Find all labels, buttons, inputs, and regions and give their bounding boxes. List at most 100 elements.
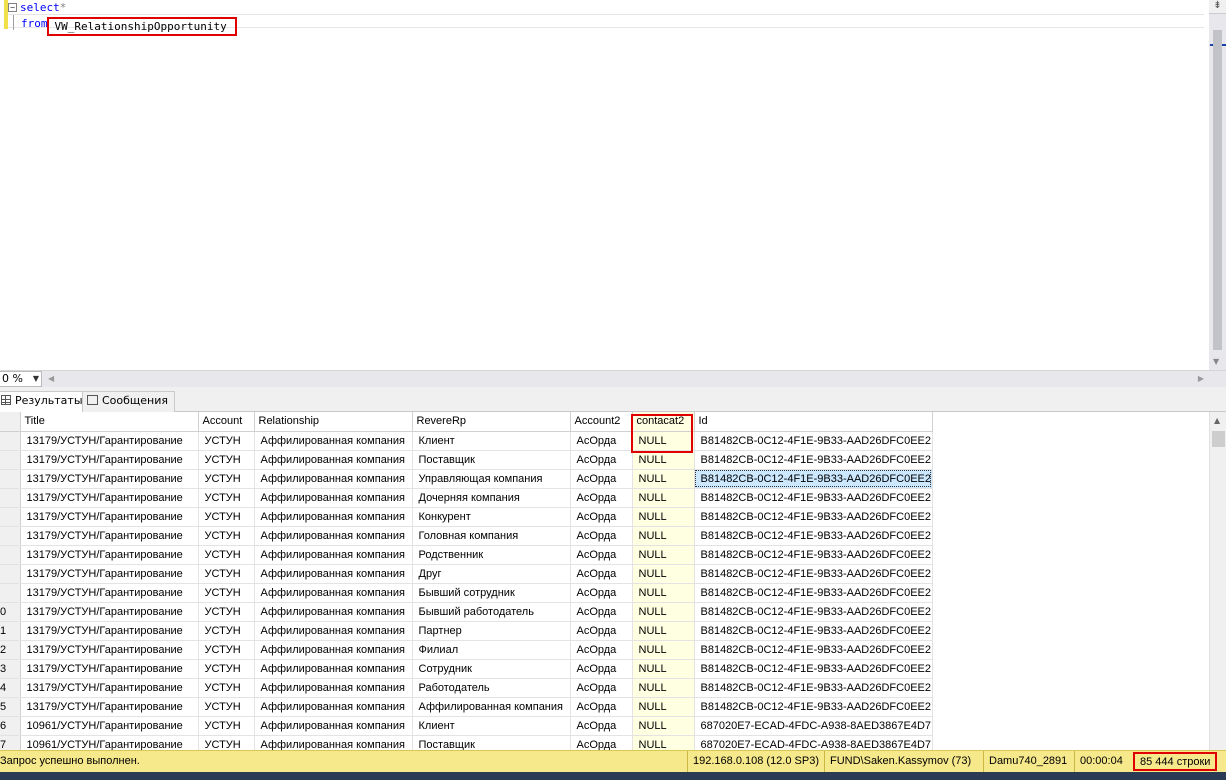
cell-reverse[interactable]: Бывший сотрудник (412, 583, 571, 603)
cell-id[interactable]: 687020E7-ECAD-4FDC-A938-8AED3867E4D7 (694, 735, 933, 750)
cell-contact[interactable]: NULL (632, 640, 695, 660)
query-editor[interactable]: − select* from VW_RelationshipOpportunity … (0, 0, 1226, 370)
row-number[interactable] (0, 583, 21, 603)
cell-id[interactable]: B81482CB-0C12-4F1E-9B33-AAD26DFC0EE2 (694, 431, 933, 451)
cell-account2[interactable]: АсОрда (570, 469, 633, 489)
cell-relationship[interactable]: Аффилированная компания (254, 526, 413, 546)
row-number[interactable] (0, 488, 21, 508)
column-header-reverse[interactable]: RevereRp (412, 412, 571, 432)
cell-id[interactable]: B81482CB-0C12-4F1E-9B33-AAD26DFC0EE2 (694, 469, 933, 489)
cell-account2[interactable]: АсОрда (570, 640, 633, 660)
cell-account[interactable]: УСТУН (198, 450, 255, 470)
cell-account[interactable]: УСТУН (198, 526, 255, 546)
table-row[interactable]: 13179/УСТУН/Гарантирование УСТУН Аффилиров… (0, 488, 933, 508)
cell-reverse[interactable]: Партнер (412, 621, 571, 641)
cell-account[interactable]: УСТУН (198, 545, 255, 565)
cell-relationship[interactable]: Аффилированная компания (254, 507, 413, 527)
cell-account2[interactable]: АсОрда (570, 431, 633, 451)
cell-contact[interactable]: NULL (632, 621, 695, 641)
cell-id[interactable]: B81482CB-0C12-4F1E-9B33-AAD26DFC0EE2 (694, 488, 933, 508)
row-number[interactable] (0, 545, 21, 565)
cell-account2[interactable]: АсОрда (570, 716, 633, 736)
cell-title[interactable]: 10961/УСТУН/Гарантирование (20, 716, 199, 736)
row-number[interactable] (0, 450, 21, 470)
editor-scroll-thumb[interactable] (1213, 30, 1222, 350)
cell-id[interactable]: B81482CB-0C12-4F1E-9B33-AAD26DFC0EE2 (694, 507, 933, 527)
cell-id[interactable]: B81482CB-0C12-4F1E-9B33-AAD26DFC0EE2 (694, 450, 933, 470)
cell-relationship[interactable]: Аффилированная компания (254, 716, 413, 736)
cell-account2[interactable]: АсОрда (570, 564, 633, 584)
cell-contact[interactable]: NULL (632, 678, 695, 698)
cell-reverse[interactable]: Сотрудник (412, 659, 571, 679)
tab-results[interactable]: Результаты (0, 391, 90, 413)
cell-reverse[interactable]: Аффилированная компания (412, 697, 571, 717)
cell-account[interactable]: УСТУН (198, 602, 255, 622)
cell-account[interactable]: УСТУН (198, 640, 255, 660)
cell-account2[interactable]: АсОрда (570, 450, 633, 470)
cell-contact[interactable]: NULL (632, 431, 695, 451)
table-row[interactable]: 13179/УСТУН/Гарантирование УСТУН Аффилиров… (0, 564, 933, 584)
cell-contact[interactable]: NULL (632, 507, 695, 527)
cell-title[interactable]: 13179/УСТУН/Гарантирование (20, 488, 199, 508)
cell-title[interactable]: 13179/УСТУН/Гарантирование (20, 526, 199, 546)
cell-id[interactable]: B81482CB-0C12-4F1E-9B33-AAD26DFC0EE2 (694, 697, 933, 717)
cell-title[interactable]: 13179/УСТУН/Гарантирование (20, 621, 199, 641)
table-row[interactable]: 13179/УСТУН/Гарантирование УСТУН Аффилиров… (0, 545, 933, 565)
code-line-2[interactable]: from VW_RelationshipOpportunity (8, 15, 237, 36)
cell-relationship[interactable]: Аффилированная компания (254, 564, 413, 584)
scroll-up-icon[interactable]: ▲ (1214, 416, 1220, 425)
editor-vertical-scrollbar[interactable]: ⇟ ▼ (1209, 0, 1226, 370)
collapse-toggle-icon[interactable]: − (8, 3, 17, 12)
table-row[interactable]: 7 10961/УСТУН/Гарантирование УСТУН Аффилиро… (0, 735, 933, 750)
cell-reverse[interactable]: Управляющая компания (412, 469, 571, 489)
cell-account[interactable]: УСТУН (198, 735, 255, 750)
zoom-select[interactable]: 0 % ▼ (0, 371, 42, 387)
cell-account2[interactable]: АсОрда (570, 735, 633, 750)
scroll-left-icon[interactable]: ◀ (48, 374, 54, 383)
cell-contact[interactable]: NULL (632, 735, 695, 750)
cell-title[interactable]: 13179/УСТУН/Гарантирование (20, 469, 199, 489)
cell-reverse[interactable]: Филиал (412, 640, 571, 660)
cell-reverse[interactable]: Поставщик (412, 450, 571, 470)
cell-relationship[interactable]: Аффилированная компания (254, 735, 413, 750)
row-number[interactable] (0, 507, 21, 527)
cell-account2[interactable]: АсОрда (570, 602, 633, 622)
cell-reverse[interactable]: Бывший работодатель (412, 602, 571, 622)
cell-title[interactable]: 13179/УСТУН/Гарантирование (20, 545, 199, 565)
cell-account[interactable]: УСТУН (198, 678, 255, 698)
cell-relationship[interactable]: Аффилированная компания (254, 640, 413, 660)
row-number[interactable]: 4 (0, 678, 21, 698)
cell-id[interactable]: B81482CB-0C12-4F1E-9B33-AAD26DFC0EE2 (694, 640, 933, 660)
row-number[interactable] (0, 431, 21, 451)
code-area[interactable]: − select* from VW_RelationshipOpportunity (8, 0, 237, 36)
row-number[interactable]: 7 (0, 735, 21, 750)
cell-account[interactable]: УСТУН (198, 583, 255, 603)
table-row[interactable]: 0 13179/УСТУН/Гарантирование УСТУН Аффилиро… (0, 602, 933, 622)
cell-id[interactable]: B81482CB-0C12-4F1E-9B33-AAD26DFC0EE2 (694, 659, 933, 679)
cell-relationship[interactable]: Аффилированная компания (254, 469, 413, 489)
cell-account2[interactable]: АсОрда (570, 507, 633, 527)
table-row[interactable]: 13179/УСТУН/Гарантирование УСТУН Аффилиров… (0, 450, 933, 470)
cell-id[interactable]: B81482CB-0C12-4F1E-9B33-AAD26DFC0EE2 (694, 583, 933, 603)
cell-id[interactable]: B81482CB-0C12-4F1E-9B33-AAD26DFC0EE2 (694, 564, 933, 584)
cell-title[interactable]: 13179/УСТУН/Гарантирование (20, 564, 199, 584)
cell-contact[interactable]: NULL (632, 697, 695, 717)
row-number-header[interactable] (0, 412, 21, 432)
cell-relationship[interactable]: Аффилированная компания (254, 545, 413, 565)
column-header-account[interactable]: Account (198, 412, 255, 432)
cell-relationship[interactable]: Аффилированная компания (254, 583, 413, 603)
tab-messages[interactable]: Сообщения (82, 391, 176, 412)
code-line-1[interactable]: − select* (8, 0, 237, 15)
row-number[interactable] (0, 526, 21, 546)
cell-contact[interactable]: NULL (632, 602, 695, 622)
cell-account2[interactable]: АсОрда (570, 697, 633, 717)
cell-reverse[interactable]: Клиент (412, 431, 571, 451)
table-row[interactable]: 5 13179/УСТУН/Гарантирование УСТУН Аффилиро… (0, 697, 933, 717)
cell-relationship[interactable]: Аффилированная компания (254, 488, 413, 508)
row-number[interactable]: 1 (0, 621, 21, 641)
cell-contact[interactable]: NULL (632, 545, 695, 565)
cell-contact[interactable]: NULL (632, 716, 695, 736)
cell-title[interactable]: 13179/УСТУН/Гарантирование (20, 640, 199, 660)
cell-account[interactable]: УСТУН (198, 621, 255, 641)
cell-relationship[interactable]: Аффилированная компания (254, 431, 413, 451)
